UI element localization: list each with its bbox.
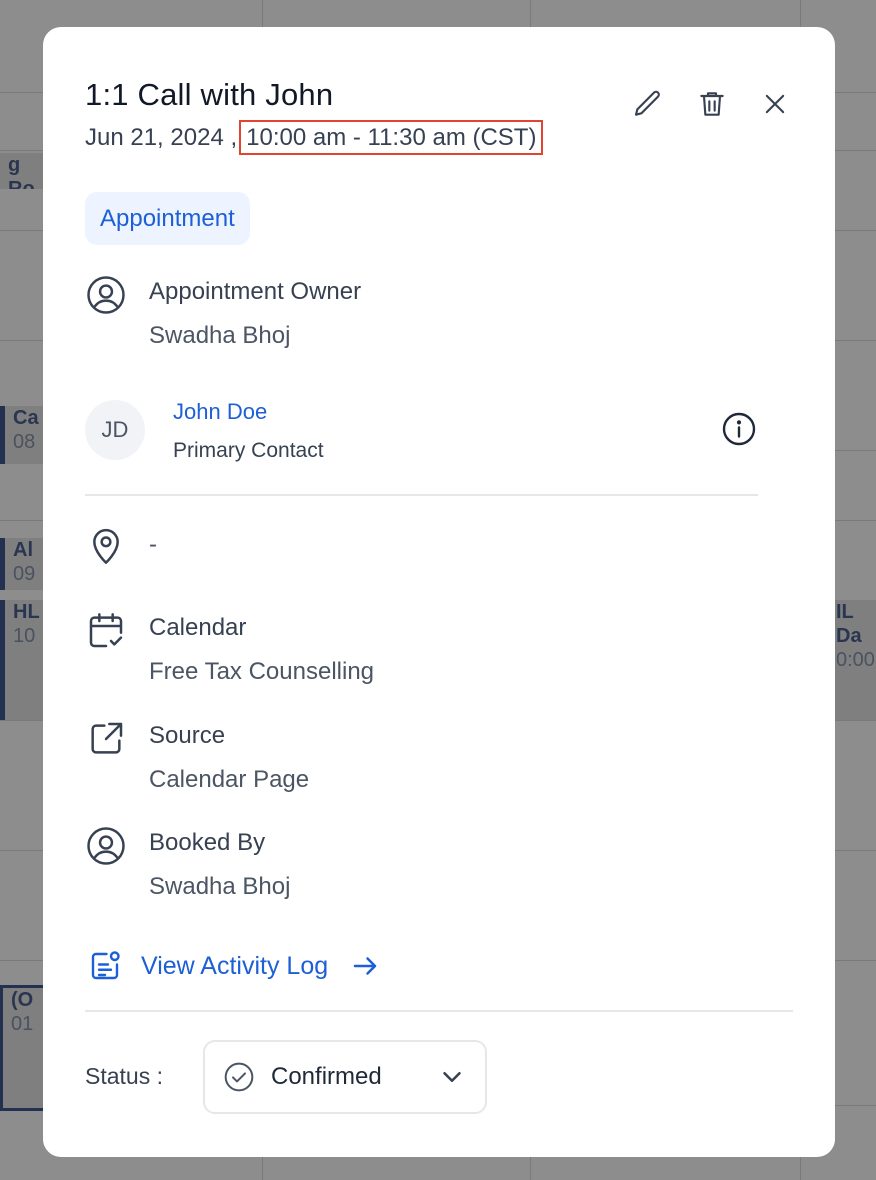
map-pin-icon	[93, 529, 119, 564]
appointment-type-badge: Appointment	[85, 192, 250, 245]
booked-by-value: Swadha Bhoj	[149, 873, 291, 900]
source-value: Calendar Page	[149, 766, 310, 793]
close-icon	[765, 94, 785, 114]
user-circle-icon	[87, 276, 125, 314]
section-divider	[85, 494, 758, 496]
status-label: Status :	[85, 1063, 163, 1089]
owner-label: Appointment Owner	[149, 278, 362, 305]
calendar-label: Calendar	[149, 614, 247, 641]
close-button[interactable]	[758, 87, 792, 121]
contact-role: Primary Contact	[173, 439, 324, 462]
calendar-row-icon	[85, 610, 127, 652]
contact-avatar: JD	[85, 400, 145, 460]
owner-row-icon	[85, 274, 127, 316]
appointment-time-range: 10:00 am - 11:30 am (CST)	[239, 120, 544, 155]
appointment-datetime: Jun 21, 2024 , 10:00 am - 11:30 am (CST)	[85, 120, 544, 155]
status-value: Confirmed	[271, 1063, 382, 1090]
external-link-icon	[91, 722, 123, 754]
location-value: -	[149, 531, 157, 558]
user-circle-icon	[87, 827, 125, 865]
source-label: Source	[149, 722, 226, 749]
calendar-name: Free Tax Counselling	[149, 658, 375, 685]
location-row-icon	[85, 525, 127, 567]
chevron-down-icon	[443, 1072, 461, 1082]
check-circle-icon	[224, 1062, 254, 1092]
calendar-check-icon	[89, 613, 123, 648]
contact-name-link[interactable]: John Doe	[173, 399, 267, 425]
footer-divider	[85, 1010, 793, 1012]
activity-log-icon	[85, 946, 125, 986]
appointment-details-modal: 1:1 Call with John Jun 21, 2024 , 10:00 a…	[43, 27, 835, 1157]
appointment-date: Jun 21, 2024 ,	[85, 124, 238, 151]
edit-button[interactable]	[631, 87, 665, 121]
arrow-right-icon	[350, 951, 380, 981]
booked-by-label: Booked By	[149, 829, 266, 856]
bg-event: IL Da 0:00	[828, 600, 876, 720]
delete-button[interactable]	[695, 87, 729, 121]
pencil-icon	[634, 90, 660, 116]
source-row-icon	[85, 718, 127, 760]
owner-name: Swadha Bhoj	[149, 322, 291, 349]
view-activity-log-link[interactable]: View Activity Log	[85, 946, 380, 986]
booked-by-row-icon	[85, 825, 127, 867]
trash-icon	[700, 92, 724, 116]
info-icon	[722, 412, 756, 446]
view-activity-log-label: View Activity Log	[141, 951, 329, 980]
status-dropdown[interactable]: Confirmed	[203, 1040, 487, 1114]
contact-info-button[interactable]	[719, 409, 759, 449]
appointment-title: 1:1 Call with John	[85, 77, 334, 112]
